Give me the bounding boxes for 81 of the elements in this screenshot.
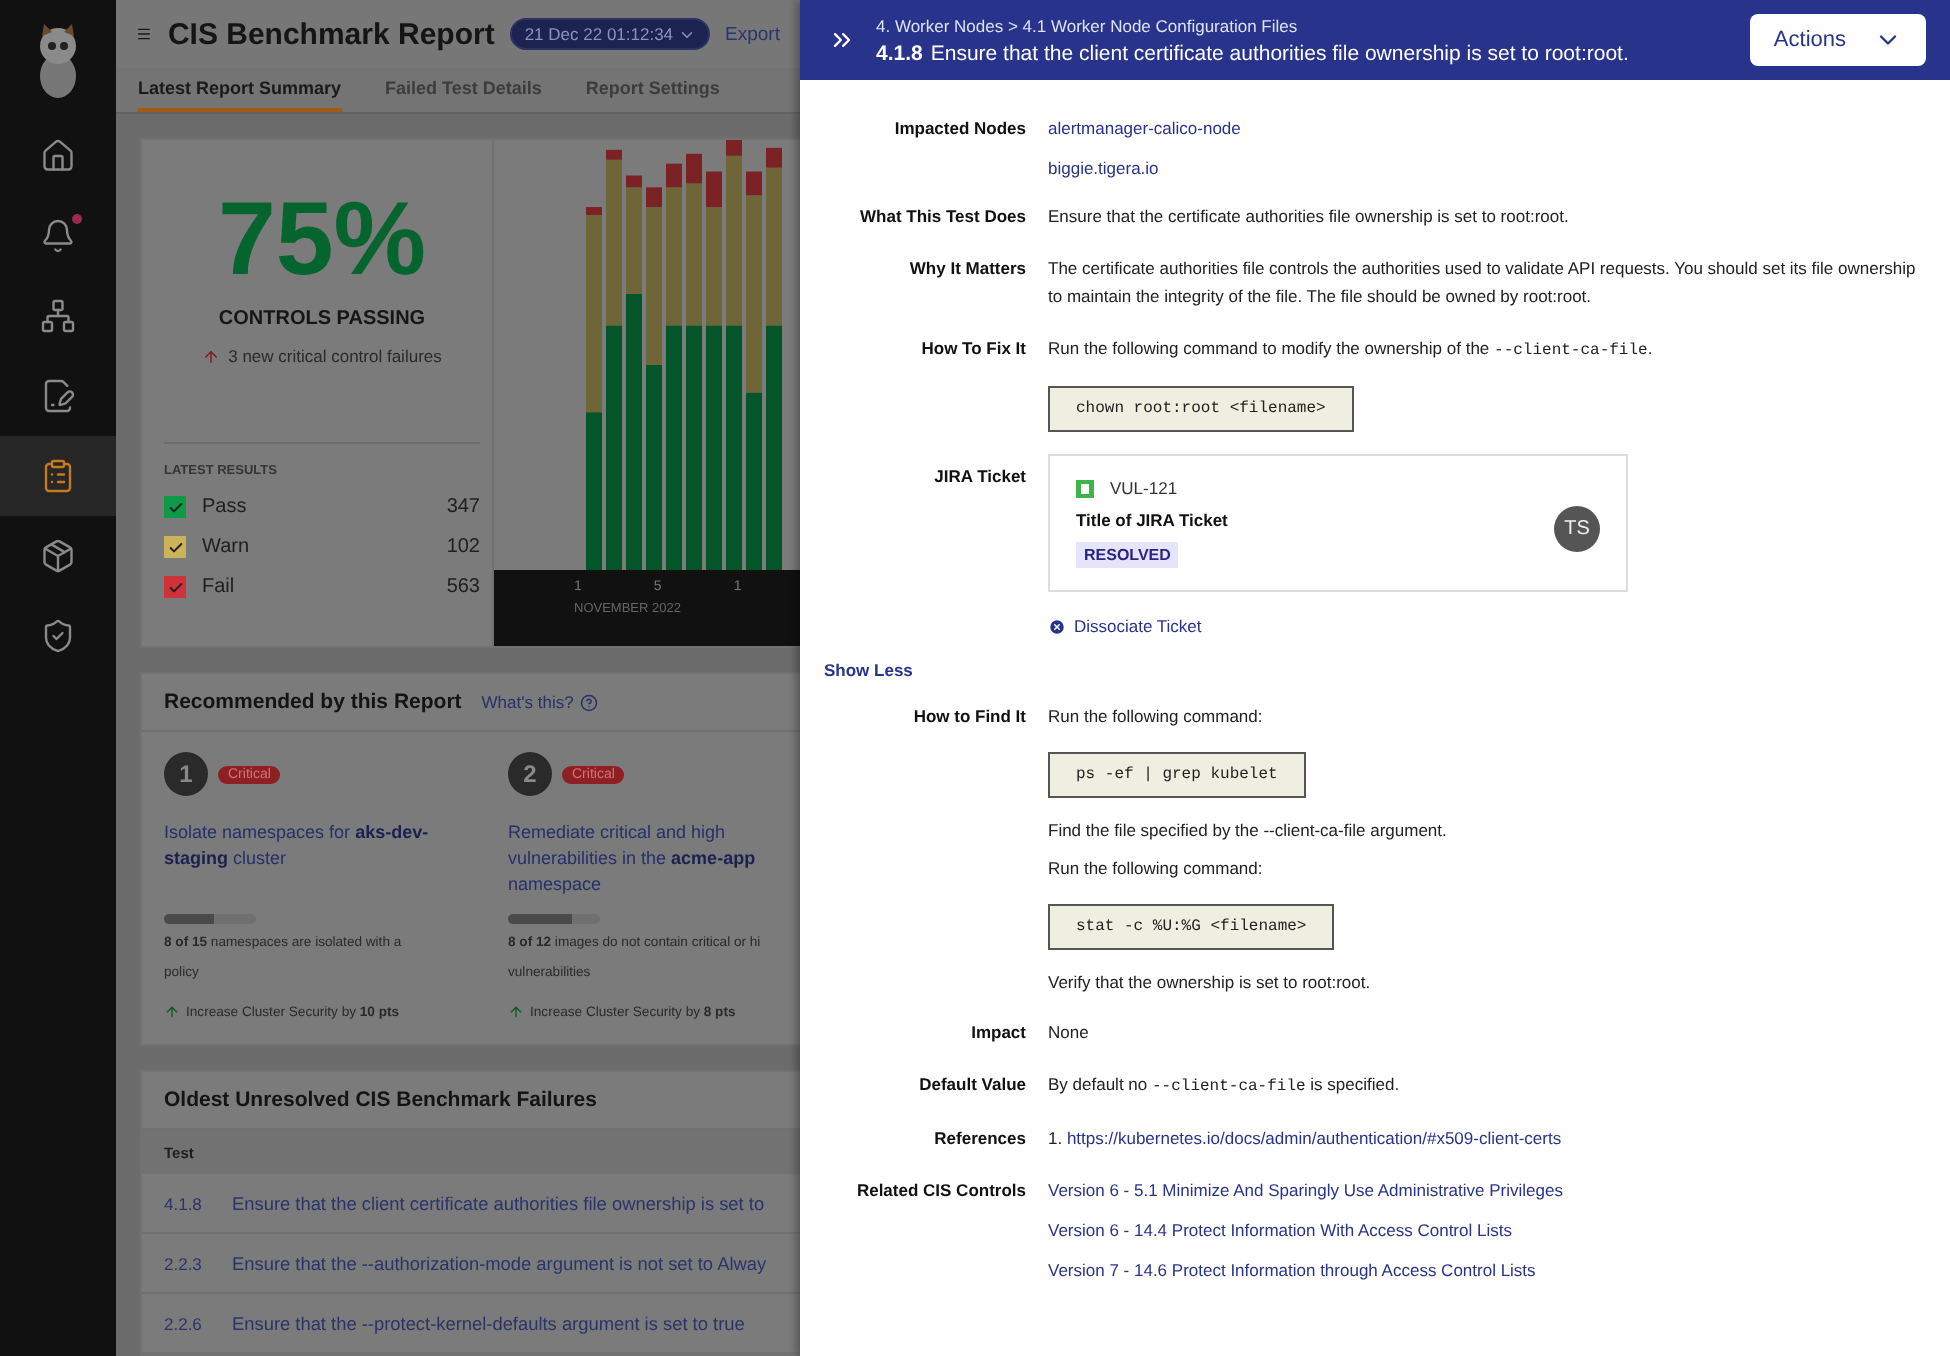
description-text: Verify that the ownership is set to root:root. xyxy=(1048,969,1373,996)
field-label: References xyxy=(932,1126,1026,1152)
status-badge: RESOLVED xyxy=(1076,542,1179,568)
network-icon xyxy=(40,298,76,334)
arrow-up-icon xyxy=(202,347,221,365)
breadcrumb: 4. Worker Nodes > 4.1 Worker Node Configuration Files xyxy=(876,15,1300,35)
description-text: None xyxy=(1048,1020,1091,1046)
date-selector[interactable]: 21 Dec 22 01:12:34 xyxy=(510,18,710,51)
description-text: Run the following command to modify the ownership of the --client-ca-file. xyxy=(1048,335,1655,363)
description-text: Find the file specified by the --client-ca-file argument. xyxy=(1048,817,1449,844)
link[interactable]: Version 6 - 5.1 Minimize And Sparingly Use Administrative Privileges xyxy=(1048,1177,1922,1201)
step-number: 1 xyxy=(164,752,208,796)
description-text: Run the following command: xyxy=(1048,704,1265,730)
test-id: 4.1.8 xyxy=(876,41,923,65)
ticket-title: Title of JIRA Ticket xyxy=(1076,510,1230,530)
result-count: 563 xyxy=(446,576,480,598)
link[interactable]: biggie.tigera.io xyxy=(1048,156,1922,180)
field-label: Why It Matters xyxy=(907,255,1026,282)
description-text: The certificate authorities file controls the authorities used to validate API requests. You should set its file ownership to maintain the integrity of the file. The file should be owned by root:root. xyxy=(1048,255,1918,310)
step-number: 2 xyxy=(508,752,552,796)
card-title: Recommended by this Report xyxy=(164,690,462,714)
assignee-avatar: TS xyxy=(1554,506,1600,552)
ticket-type-icon xyxy=(1076,479,1094,497)
test-id[interactable]: 2.2.3 xyxy=(164,1253,200,1273)
test-id[interactable]: 4.1.8 xyxy=(164,1193,200,1213)
remove-icon xyxy=(1048,617,1066,635)
tab[interactable]: Failed Test Details xyxy=(385,68,542,112)
recommendation-link[interactable]: Remediate critical and high vulnerabilities in the acme-app namespace xyxy=(508,820,800,898)
field-label: JIRA Ticket xyxy=(932,464,1026,490)
arrow-up-icon xyxy=(164,1004,180,1020)
result-count: 102 xyxy=(446,536,480,558)
trend-text: 3 new critical control failures xyxy=(228,346,442,366)
document-pen-icon xyxy=(40,378,76,414)
page-title: CIS Benchmark Report xyxy=(167,17,495,52)
command-code-block: ps -ef | grep kubelet xyxy=(1048,751,1306,797)
home-icon xyxy=(40,138,76,174)
clipboard-icon xyxy=(40,458,76,494)
field-label: What This Test Does xyxy=(858,204,1026,230)
controls-passing-caption: CONTROLS PASSING xyxy=(216,308,428,330)
field-label: How To Fix It xyxy=(919,335,1026,361)
help-icon xyxy=(579,693,598,711)
test-id[interactable]: 2.2.6 xyxy=(164,1313,200,1333)
reference-link[interactable]: https://kubernetes.io/docs/admin/authentication/#x509-client-certs xyxy=(1066,1128,1562,1148)
test-description[interactable]: Ensure that the --authorization-mode argument is not set to Alway xyxy=(232,1253,767,1273)
bell-icon xyxy=(40,218,76,254)
link[interactable]: Version 6 - 14.4 Protect Information With Access Control Lists xyxy=(1048,1217,1922,1241)
description-text: By default no --client-ca-file is specified. xyxy=(1048,1071,1402,1099)
description-text: Run the following command: xyxy=(1048,856,1265,882)
ticket-key: VUL-121 xyxy=(1076,478,1554,498)
description-text: 1. https://kubernetes.io/docs/admin/authentication/#x509-client-certs xyxy=(1048,1126,1564,1152)
card-title: Oldest Unresolved CIS Benchmark Failures xyxy=(164,1088,597,1112)
field-label: Impacted Nodes xyxy=(892,116,1026,142)
arrow-up-icon xyxy=(508,1004,524,1020)
recommendation-link[interactable]: Isolate namespaces for aks-dev-staging cluster xyxy=(164,820,484,898)
result-count: 347 xyxy=(446,496,480,518)
result-label: Warn xyxy=(202,536,252,558)
sidebar-item[interactable] xyxy=(0,436,116,516)
test-description[interactable]: Ensure that the client certificate authorities file ownership is set to xyxy=(232,1193,765,1213)
percent-passing: 75% xyxy=(215,188,429,292)
actions-button[interactable]: Actions xyxy=(1749,14,1926,66)
command-code-block: stat -c %U:%G <filename> xyxy=(1048,903,1335,949)
result-label: Fail xyxy=(202,576,237,598)
field-label: How to Find It xyxy=(911,704,1026,730)
result-label: Pass xyxy=(202,496,249,518)
field-label: Default Value xyxy=(917,1071,1026,1097)
dissociate-ticket-link[interactable]: Dissociate Ticket xyxy=(1048,616,1922,636)
drawer-title: Ensure that the client certificate authorities file ownership is set to root:root. xyxy=(930,41,1629,65)
shield-check-icon xyxy=(40,618,76,654)
command-code-block: chown root:root <filename> xyxy=(1048,386,1354,432)
tab[interactable]: Latest Report Summary xyxy=(138,68,342,112)
whats-this-link[interactable]: What's this? xyxy=(481,692,598,712)
description-text: Ensure that the certificate authorities file ownership is set to root:root. xyxy=(1048,204,1571,230)
field-label: Related CIS Controls xyxy=(854,1177,1026,1203)
field-label: Impact xyxy=(969,1020,1026,1046)
test-description[interactable]: Ensure that the --protect-kernel-defaults argument is set to true xyxy=(232,1313,745,1333)
link[interactable]: alertmanager-calico-node xyxy=(1048,116,1922,140)
box-icon xyxy=(40,538,76,574)
link[interactable]: Version 7 - 14.6 Protect Information through Access Control Lists xyxy=(1048,1257,1922,1281)
export-button[interactable]: Export xyxy=(725,23,780,46)
show-less-link[interactable]: Show Less xyxy=(824,660,913,680)
tab[interactable]: Report Settings xyxy=(585,68,720,112)
